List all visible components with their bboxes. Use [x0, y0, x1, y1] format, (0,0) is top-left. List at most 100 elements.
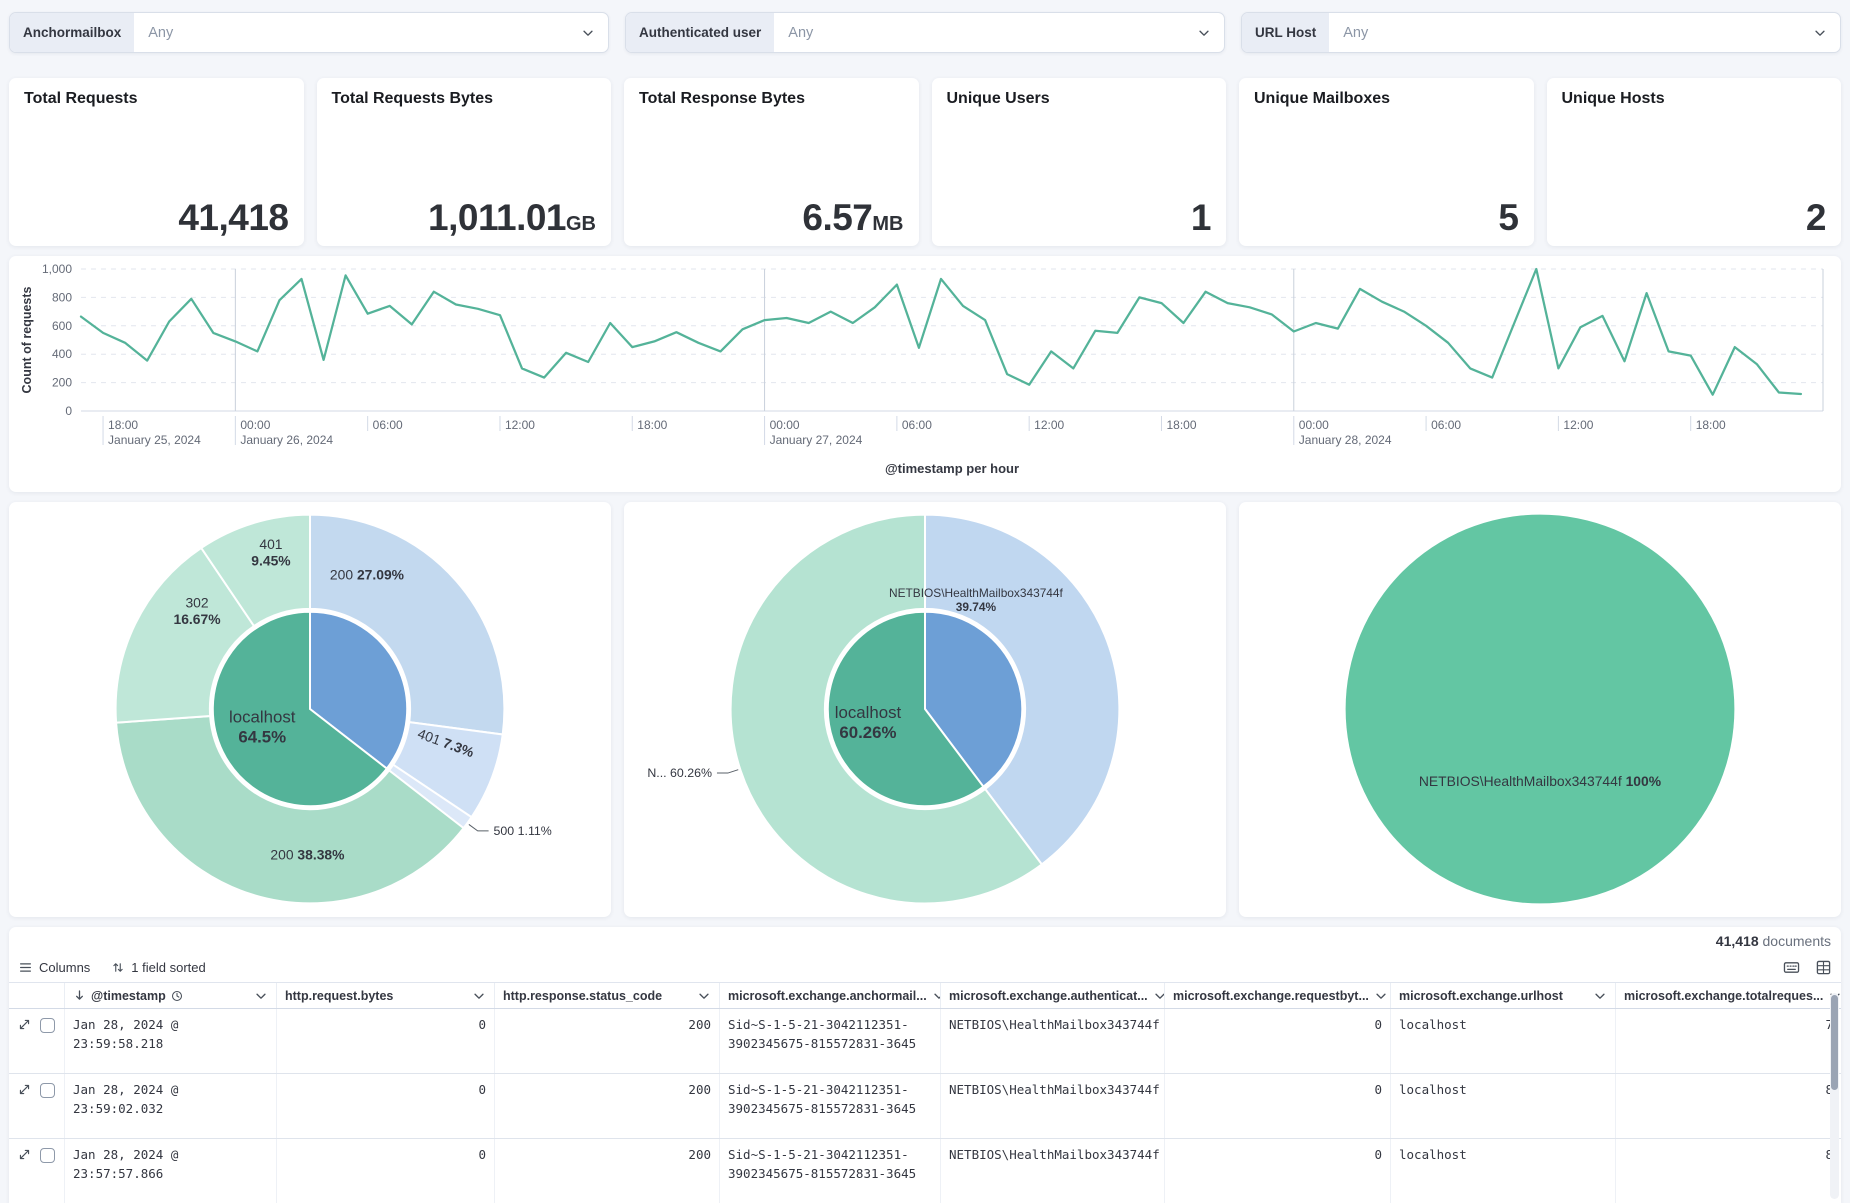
metric-value: 6.57 [802, 197, 872, 238]
header-status-code[interactable]: http.response.status_code [495, 983, 720, 1008]
metric-value: 1 [1191, 197, 1211, 238]
header-control-column [9, 983, 65, 1008]
documents-count: 41,418 [1716, 933, 1759, 949]
metric-total-requests: Total Requests 41,418 [9, 78, 304, 246]
y-tick-label: 600 [52, 319, 72, 333]
chevron-down-icon [1593, 989, 1607, 1003]
header-totalrequests[interactable]: microsoft.exchange.totalreques... [1616, 983, 1841, 1008]
x-axis-title: @timestamp per hour [885, 461, 1019, 476]
x-tick-date: January 27, 2024 [770, 433, 863, 447]
datagrid-header: @timestamp http.request.bytes http.respo… [9, 982, 1841, 1009]
sorted-label: 1 field sorted [131, 960, 205, 975]
display-options-icon[interactable] [1816, 960, 1831, 975]
pie-callout-label: 500 1.11% [494, 824, 552, 838]
metric-unit: MB [872, 213, 903, 235]
metric-title: Unique Hosts [1562, 90, 1827, 108]
pies-row: 200 27.09%401 7.3%500 1.11%200 38.38%302… [9, 502, 1841, 917]
documents-word: documents [1763, 933, 1831, 949]
filter-anchormailbox-value[interactable]: Any [134, 13, 581, 52]
pie-label-leader-line [717, 770, 738, 773]
chevron-down-icon [1197, 13, 1224, 52]
metric-value: 2 [1806, 197, 1826, 238]
metric-title: Unique Mailboxes [1254, 90, 1519, 108]
header-request-bytes[interactable]: http.request.bytes [277, 983, 495, 1008]
user-by-host-pie[interactable]: NETBIOS\HealthMailbox343744f39.74%N... 6… [624, 502, 1226, 917]
table-row: Jan 28, 2024 @ 23:57:57.866 0 200 Sid~S-… [9, 1139, 1841, 1203]
metric-unique-hosts: Unique Hosts 2 [1547, 78, 1842, 246]
cell-authenticated-user: NETBIOS\HealthMailbox343744f [941, 1009, 1165, 1073]
metric-unit: GB [566, 213, 596, 235]
table-row: Jan 28, 2024 @ 23:59:02.032 0 200 Sid~S-… [9, 1074, 1841, 1139]
row-checkbox[interactable] [40, 1148, 55, 1163]
filter-url-host[interactable]: URL Host Any [1241, 12, 1841, 53]
cell-request-bytes: 0 [277, 1074, 495, 1138]
datagrid-toolbar: Columns 1 field sorted [9, 952, 1841, 982]
chevron-down-icon [1813, 13, 1840, 52]
header-urlhost[interactable]: microsoft.exchange.urlhost [1391, 983, 1616, 1008]
authenticated-user-pie[interactable]: NETBIOS\HealthMailbox343744f 100% [1239, 502, 1841, 917]
expand-row-icon[interactable] [18, 1148, 31, 1161]
columns-label: Columns [39, 960, 90, 975]
dashboard-page: Anchormailbox Any Authenticated user Any… [0, 0, 1850, 1203]
x-tick-time: 18:00 [108, 418, 138, 432]
sort-fields-button[interactable]: 1 field sorted [112, 960, 205, 975]
cell-authenticated-user: NETBIOS\HealthMailbox343744f [941, 1074, 1165, 1138]
filter-authenticated-user-label: Authenticated user [626, 13, 774, 52]
user-by-host-pie-panel: NETBIOS\HealthMailbox343744f39.74%N... 6… [624, 502, 1226, 917]
expand-row-icon[interactable] [18, 1018, 31, 1031]
pie-slice-label: 200 27.09% [330, 567, 404, 583]
x-tick-time: 06:00 [373, 418, 403, 432]
metric-unique-mailboxes: Unique Mailboxes 5 [1239, 78, 1534, 246]
cell-exchange-requestbytes: 0 [1165, 1139, 1391, 1203]
columns-button[interactable]: Columns [19, 960, 90, 975]
metric-title: Total Requests [24, 90, 289, 108]
x-tick-time: 18:00 [637, 418, 667, 432]
cell-anchormailbox: Sid~S-1-5-21-3042112351-3902345675-81557… [720, 1074, 941, 1138]
chevron-down-icon [472, 989, 486, 1003]
header-exchange-requestbytes[interactable]: microsoft.exchange.requestbyt... [1165, 983, 1391, 1008]
chevron-down-icon [932, 989, 941, 1003]
cell-totalrequests: 8 [1616, 1074, 1841, 1138]
requests-timeseries-panel: 02004006008001,00018:00January 25, 20240… [9, 256, 1841, 492]
cell-authenticated-user: NETBIOS\HealthMailbox343744f [941, 1139, 1165, 1203]
requests-timeseries-chart[interactable]: 02004006008001,00018:00January 25, 20240… [17, 261, 1833, 487]
expand-row-icon[interactable] [18, 1083, 31, 1096]
filter-anchormailbox[interactable]: Anchormailbox Any [9, 12, 609, 53]
documents-table-panel: 41,418 documents Columns 1 field sorted … [9, 927, 1841, 1203]
keyboard-shortcuts-icon[interactable] [1783, 960, 1800, 975]
filter-url-host-value[interactable]: Any [1329, 13, 1813, 52]
table-row: Jan 28, 2024 @ 23:59:58.218 0 200 Sid~S-… [9, 1009, 1841, 1074]
x-tick-time: 00:00 [770, 418, 800, 432]
vertical-scrollbar[interactable] [1830, 993, 1839, 1199]
pie-slice[interactable] [1346, 515, 1735, 904]
chevron-down-icon [1374, 989, 1388, 1003]
x-tick-time: 12:00 [1563, 418, 1593, 432]
header-anchormailbox[interactable]: microsoft.exchange.anchormail... [720, 983, 941, 1008]
metric-title: Total Response Bytes [639, 90, 904, 108]
status-by-host-pie[interactable]: 200 27.09%401 7.3%500 1.11%200 38.38%302… [9, 502, 611, 917]
scrollbar-thumb[interactable] [1831, 995, 1838, 1090]
x-tick-date: January 28, 2024 [1299, 433, 1392, 447]
filter-authenticated-user-value[interactable]: Any [774, 13, 1197, 52]
cell-timestamp: Jan 28, 2024 @ 23:59:02.032 [65, 1074, 277, 1138]
header-timestamp[interactable]: @timestamp [65, 983, 277, 1008]
chevron-down-icon [697, 989, 711, 1003]
cell-timestamp: Jan 28, 2024 @ 23:57:57.866 [65, 1139, 277, 1203]
row-checkbox[interactable] [40, 1083, 55, 1098]
requests-line-series[interactable] [81, 269, 1801, 395]
filter-authenticated-user[interactable]: Authenticated user Any [625, 12, 1225, 53]
sort-icon [112, 961, 124, 974]
row-checkbox[interactable] [40, 1018, 55, 1033]
cell-urlhost: localhost [1391, 1074, 1616, 1138]
metric-total-requests-bytes: Total Requests Bytes 1,011.01GB [317, 78, 612, 246]
cell-request-bytes: 0 [277, 1009, 495, 1073]
header-authenticated-user[interactable]: microsoft.exchange.authenticat... [941, 983, 1165, 1008]
status-by-host-pie-panel: 200 27.09%401 7.3%500 1.11%200 38.38%302… [9, 502, 611, 917]
filter-url-host-label: URL Host [1242, 13, 1329, 52]
cell-exchange-requestbytes: 0 [1165, 1009, 1391, 1073]
metric-total-response-bytes: Total Response Bytes 6.57MB [624, 78, 919, 246]
chevron-down-icon [1153, 989, 1165, 1003]
cell-status-code: 200 [495, 1009, 720, 1073]
columns-icon [19, 961, 32, 974]
cell-anchormailbox: Sid~S-1-5-21-3042112351-3902345675-81557… [720, 1009, 941, 1073]
